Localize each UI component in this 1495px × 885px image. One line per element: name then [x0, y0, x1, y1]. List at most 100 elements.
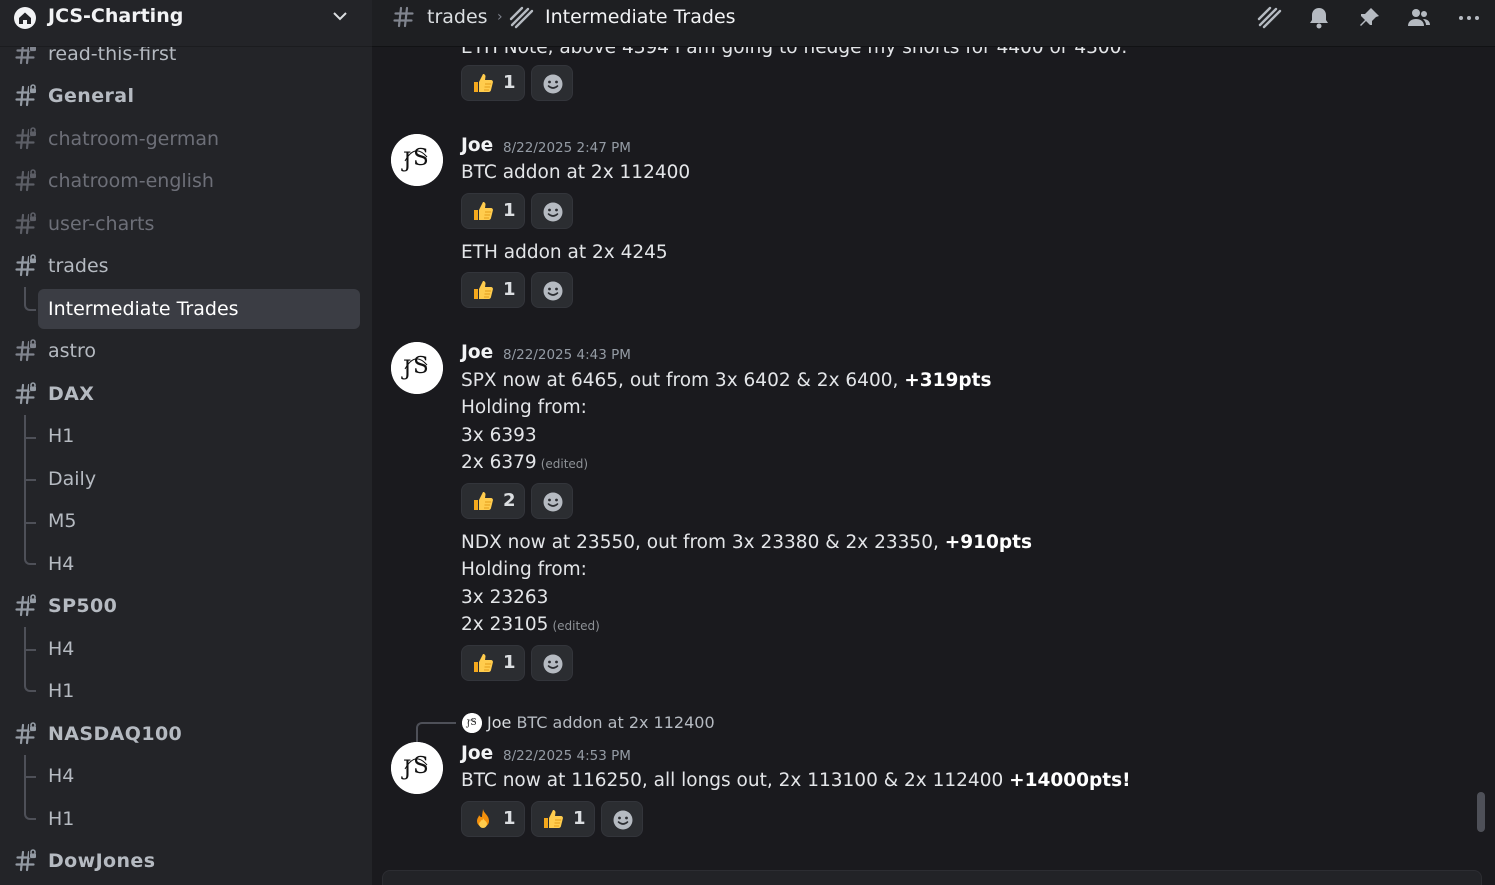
channel-label: trades [48, 255, 109, 277]
message-text-part: SPX now at 6465, out from 3x 6402 & 2x 6… [461, 370, 905, 391]
channel-nasdaq100[interactable]: NASDAQ100 [0, 715, 372, 753]
reaction-count: 2 [503, 490, 516, 511]
channel-chatroom-german[interactable]: chatroom-german [0, 120, 372, 158]
thread-label: H4 [48, 765, 75, 787]
scrollbar-thumb[interactable] [1477, 792, 1485, 832]
house-icon [14, 7, 36, 29]
message-author[interactable]: Joe [461, 342, 493, 363]
channel-label: astro [48, 340, 97, 362]
reaction-thumbs-up[interactable]: 1 [461, 645, 525, 681]
server-name: JCS-Charting [48, 5, 184, 27]
pin-icon[interactable] [1356, 5, 1382, 31]
thread-sp500-h1[interactable]: H1 [0, 672, 372, 712]
hash-icon [14, 722, 38, 746]
fire-icon [477, 809, 489, 828]
jcs-logo-icon [391, 134, 443, 186]
smiley-icon [542, 201, 564, 223]
reaction-count: 1 [503, 808, 516, 829]
add-reaction-button[interactable] [531, 645, 573, 681]
points-highlight: +14000pts! [1009, 770, 1131, 791]
thumbs-up-icon [471, 651, 495, 675]
edited-label: (edited) [552, 619, 600, 633]
thread-dax-daily[interactable]: Daily [0, 460, 372, 500]
message-author[interactable]: Joe [461, 743, 493, 764]
parent-channel-link[interactable]: trades [427, 6, 488, 28]
reply-preview[interactable]: Joe BTC addon at 2x 112400 [487, 713, 715, 732]
thread-dax-h1[interactable]: H1 [0, 417, 372, 457]
reaction-thumbs-up[interactable]: 2 [461, 483, 525, 519]
channel-label: DAX [48, 383, 95, 405]
threads-icon[interactable] [1256, 5, 1282, 31]
channel-label: chatroom-english [48, 170, 214, 192]
smiley-icon [542, 73, 564, 95]
breadcrumb-separator: › [497, 9, 503, 25]
message-text: ETH addon at 2x 4245 [461, 242, 668, 263]
channel-label: DowJones [48, 850, 156, 872]
thread-nasdaq100-h4[interactable]: H4 [0, 757, 372, 797]
members-icon[interactable] [1406, 5, 1432, 31]
chevron-down-icon[interactable] [332, 10, 348, 22]
reaction-count: 1 [503, 279, 516, 300]
points-highlight: +319pts [904, 370, 992, 391]
reply-avatar[interactable] [462, 713, 482, 733]
message-composer[interactable] [382, 870, 1482, 885]
thread-label: H4 [48, 553, 75, 575]
add-reaction-button[interactable] [531, 65, 573, 101]
channel-chatroom-english[interactable]: chatroom-english [0, 162, 372, 200]
hash-icon [14, 382, 38, 406]
channel-trades[interactable]: trades [0, 247, 372, 285]
jcs-logo-icon [391, 342, 443, 394]
channel-sidebar: JCS-Charting read-this-first General cha… [0, 0, 372, 885]
server-header[interactable]: JCS-Charting [0, 0, 372, 47]
avatar[interactable] [391, 342, 443, 394]
channel-label: chatroom-german [48, 128, 220, 150]
thread-label: Daily [48, 468, 97, 490]
message-text: 2x 23105 (edited) [461, 614, 600, 635]
thread-sp500-h4[interactable]: H4 [0, 630, 372, 670]
reaction-count: 1 [503, 652, 516, 673]
reaction-thumbs-up[interactable]: 1 [531, 801, 595, 837]
add-reaction-button[interactable] [531, 483, 573, 519]
message-text-part: NDX now at 23550, out from 3x 23380 & 2x… [461, 532, 945, 553]
thumbs-up-icon [471, 278, 495, 302]
edited-label: (edited) [540, 457, 589, 471]
bell-icon[interactable] [1306, 5, 1332, 31]
channel-label: user-charts [48, 213, 155, 235]
add-reaction-button[interactable] [531, 193, 573, 229]
channel-dax[interactable]: DAX [0, 375, 372, 413]
reaction-thumbs-up[interactable]: 1 [461, 272, 525, 308]
thread-nasdaq100-h1[interactable]: H1 [0, 800, 372, 840]
avatar[interactable] [391, 742, 443, 794]
reaction-thumbs-up[interactable]: 1 [461, 193, 525, 229]
thread-dax-h4[interactable]: H4 [0, 545, 372, 585]
more-icon[interactable] [1456, 5, 1482, 31]
thread-label: H4 [48, 638, 75, 660]
message-text: 2x 6379 (edited) [461, 452, 588, 473]
message-author[interactable]: Joe [461, 135, 493, 156]
add-reaction-button[interactable] [601, 801, 643, 837]
channel-sp500[interactable]: SP500 [0, 587, 372, 625]
message-timestamp: 8/22/2025 4:53 PM [503, 748, 631, 764]
message-text: BTC now at 116250, all longs out, 2x 113… [461, 770, 1131, 791]
channel-dowjones[interactable]: DowJones [0, 842, 372, 880]
smiley-icon [542, 491, 564, 513]
channel-user-charts[interactable]: user-charts [0, 205, 372, 243]
add-reaction-button[interactable] [531, 272, 573, 308]
message-text: BTC addon at 2x 112400 [461, 162, 691, 183]
channel-general[interactable]: General [0, 77, 372, 115]
message-timestamp: 8/22/2025 2:47 PM [503, 140, 631, 156]
hash-icon [393, 6, 414, 28]
reaction-fire[interactable]: 1 [461, 801, 525, 837]
avatar[interactable] [391, 134, 443, 186]
thread-dax-m5[interactable]: M5 [0, 502, 372, 542]
hash-icon [14, 84, 38, 108]
message-timestamp: 8/22/2025 4:43 PM [503, 347, 631, 363]
hash-icon [14, 594, 38, 618]
message-text: 3x 23263 [461, 587, 549, 608]
thread-intermediate-trades[interactable]: Intermediate Trades [38, 289, 360, 329]
channel-astro[interactable]: astro [0, 332, 372, 370]
reaction-thumbs-up[interactable]: 1 [461, 65, 525, 101]
smiley-icon [542, 280, 564, 302]
message-text: NDX now at 23550, out from 3x 23380 & 2x… [461, 532, 1032, 553]
chat-area: ETH Note, above 4394 I am going to hedge… [372, 0, 1495, 885]
